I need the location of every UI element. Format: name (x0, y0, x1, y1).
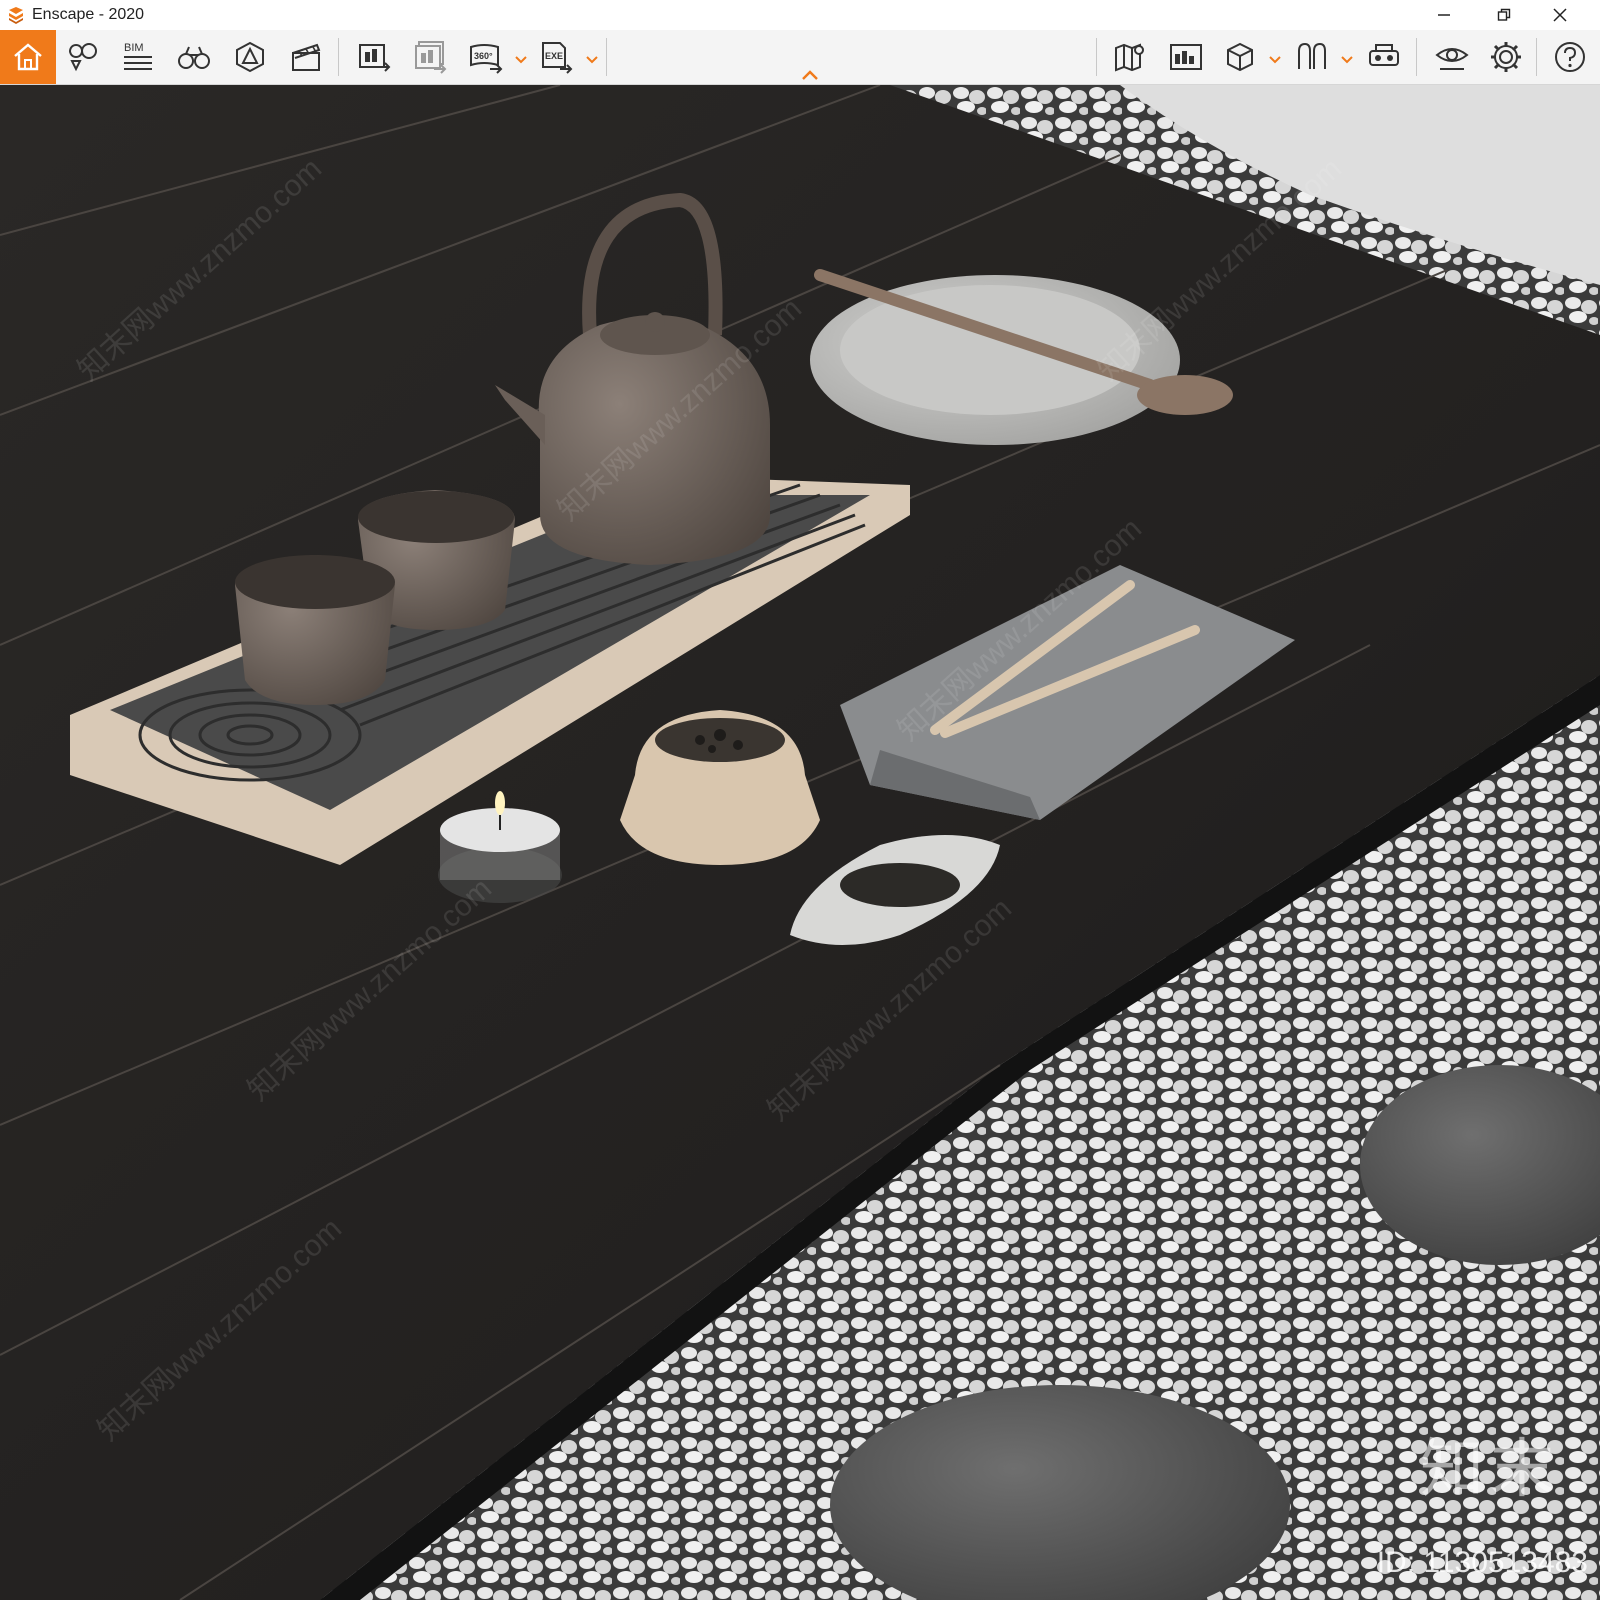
close-icon (1553, 8, 1567, 22)
video-editor-icon (292, 43, 321, 71)
render-image-icon (359, 44, 391, 72)
walk-mode-button[interactable] (168, 30, 220, 84)
panorama-360-button[interactable]: 360° (460, 30, 512, 84)
home-icon (14, 43, 42, 71)
title-bar: Enscape - 2020 (0, 0, 1600, 30)
vr-headset-icon (1369, 44, 1399, 66)
settings-icon (1491, 42, 1521, 72)
vr-headset-button[interactable] (1358, 30, 1410, 84)
vr-button[interactable] (1286, 30, 1338, 84)
exe-standalone-icon: EXE (542, 42, 573, 74)
render-export-icon (1170, 44, 1202, 70)
enscape-logo-icon (9, 7, 23, 24)
panorama-360-icon: 360° (470, 44, 503, 74)
map-button[interactable] (1104, 30, 1156, 84)
asset-library-button[interactable] (224, 30, 276, 84)
enscape-toolbar: BIM 360° EXE (0, 30, 1600, 85)
watermark-brand: 知末 (1420, 1433, 1560, 1507)
asset-library-icon (236, 41, 264, 73)
render-export-button[interactable] (1160, 30, 1212, 84)
video-editor-button[interactable] (280, 30, 332, 84)
chevron-down-icon[interactable] (514, 52, 528, 66)
chevron-down-icon[interactable] (1340, 52, 1354, 66)
help-icon (1555, 42, 1585, 72)
collapse-toolbar-chevron-icon[interactable] (800, 68, 820, 82)
toolbar-separator (338, 38, 339, 76)
bim-label: BIM (124, 42, 144, 54)
visual-settings-icon (1435, 48, 1469, 70)
chevron-down-icon[interactable] (585, 52, 599, 66)
home-button[interactable] (0, 30, 56, 84)
close-button[interactable] (1530, 0, 1590, 30)
bim-icon: BIM (124, 42, 152, 70)
chevron-down-icon[interactable] (1268, 52, 1282, 66)
cube-button[interactable] (1214, 30, 1266, 84)
view-management-icon (69, 43, 97, 72)
window-title: Enscape - 2020 (32, 6, 145, 23)
binoculars-icon (178, 46, 210, 69)
image-id-label: ID: 1130513483 (1376, 1546, 1588, 1579)
minimize-icon (1438, 14, 1450, 16)
render-viewport[interactable]: 知末网www.znzmo.com 知末网www.znzmo.com 知末网www… (0, 85, 1600, 1600)
pano-label: 360° (474, 51, 493, 61)
map-icon (1115, 43, 1144, 72)
visual-settings-button[interactable] (1426, 30, 1478, 84)
toolbar-separator (1416, 38, 1417, 76)
bim-button[interactable]: BIM (112, 30, 164, 84)
restore-button[interactable] (1474, 0, 1534, 30)
cube-icon (1227, 42, 1253, 72)
restore-icon (1497, 8, 1511, 21)
view-management-button[interactable] (58, 30, 110, 84)
batch-render-icon (415, 41, 447, 74)
render-image-button[interactable] (348, 30, 400, 84)
settings-button[interactable] (1480, 30, 1532, 84)
toolbar-separator (1096, 38, 1097, 76)
help-button[interactable] (1544, 30, 1596, 84)
batch-render-button[interactable] (404, 30, 456, 84)
vr-icon (1298, 42, 1326, 69)
exe-label: EXE (545, 51, 563, 61)
toolbar-separator (1536, 38, 1537, 76)
exe-export-button[interactable]: EXE (530, 30, 582, 84)
toolbar-separator (606, 38, 607, 76)
minimize-button[interactable] (1414, 0, 1474, 30)
